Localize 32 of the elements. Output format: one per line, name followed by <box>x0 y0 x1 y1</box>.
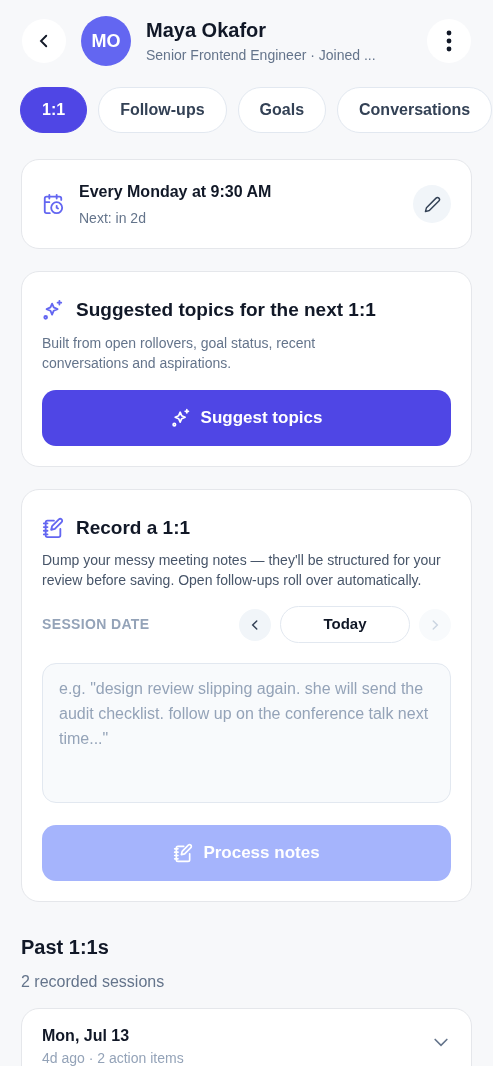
session-date-label: SESSION DATE <box>42 615 151 634</box>
past-count: 2 recorded sessions <box>21 972 166 992</box>
sparkle-icon <box>42 299 64 322</box>
tab[interactable]: Follow-ups <box>98 87 227 133</box>
schedule-next: Next: in 2d <box>79 208 147 228</box>
pencil-icon <box>423 195 441 213</box>
session-meta: 4d ago · 2 action items <box>42 1050 185 1066</box>
tab[interactable]: 1:1 <box>20 87 88 133</box>
record-description: Dump your messy meeting notes — they'll be structured for your review before saving. Open follow-ups roll over automatically. <box>42 551 442 590</box>
calendar-clock-icon <box>42 193 64 215</box>
sparkle-icon <box>170 407 191 428</box>
edit-button[interactable] <box>413 185 451 223</box>
back-button[interactable] <box>22 19 66 63</box>
previous-date-button[interactable] <box>239 608 271 641</box>
suggest-description: Built from open rollovers, goal status, recent conversations and aspirations. <box>42 333 317 373</box>
notebook-icon <box>42 516 64 539</box>
more-button[interactable] <box>427 19 471 63</box>
avatar: MO <box>81 16 131 66</box>
session-card[interactable]: Mon, Jul 13 4d ago · 2 action items <box>21 1008 472 1066</box>
suggest-title: Suggested topics for the next 1:1 <box>76 298 376 322</box>
session-date: Mon, Jul 13 <box>42 1026 131 1046</box>
notebook-icon <box>173 843 194 863</box>
past-title: Past 1:1s <box>21 935 110 960</box>
profile-name: Maya Okafor <box>146 18 268 43</box>
tab[interactable]: Conversations <box>337 87 493 133</box>
schedule-title: Every Monday at 9:30 AM <box>79 181 273 202</box>
suggest-topics-button[interactable]: Suggest topics <box>42 389 451 446</box>
notes-field[interactable]: e.g. "design review slipping again. she will send the audit checklist. follow up on the conference talk next time..." <box>42 663 451 803</box>
tab[interactable]: Goals <box>237 87 327 133</box>
more-icon <box>446 30 452 52</box>
profile-subtitle: Senior Frontend Engineer · Joined ... <box>146 46 377 65</box>
record-title: Record a 1:1 <box>76 515 191 540</box>
